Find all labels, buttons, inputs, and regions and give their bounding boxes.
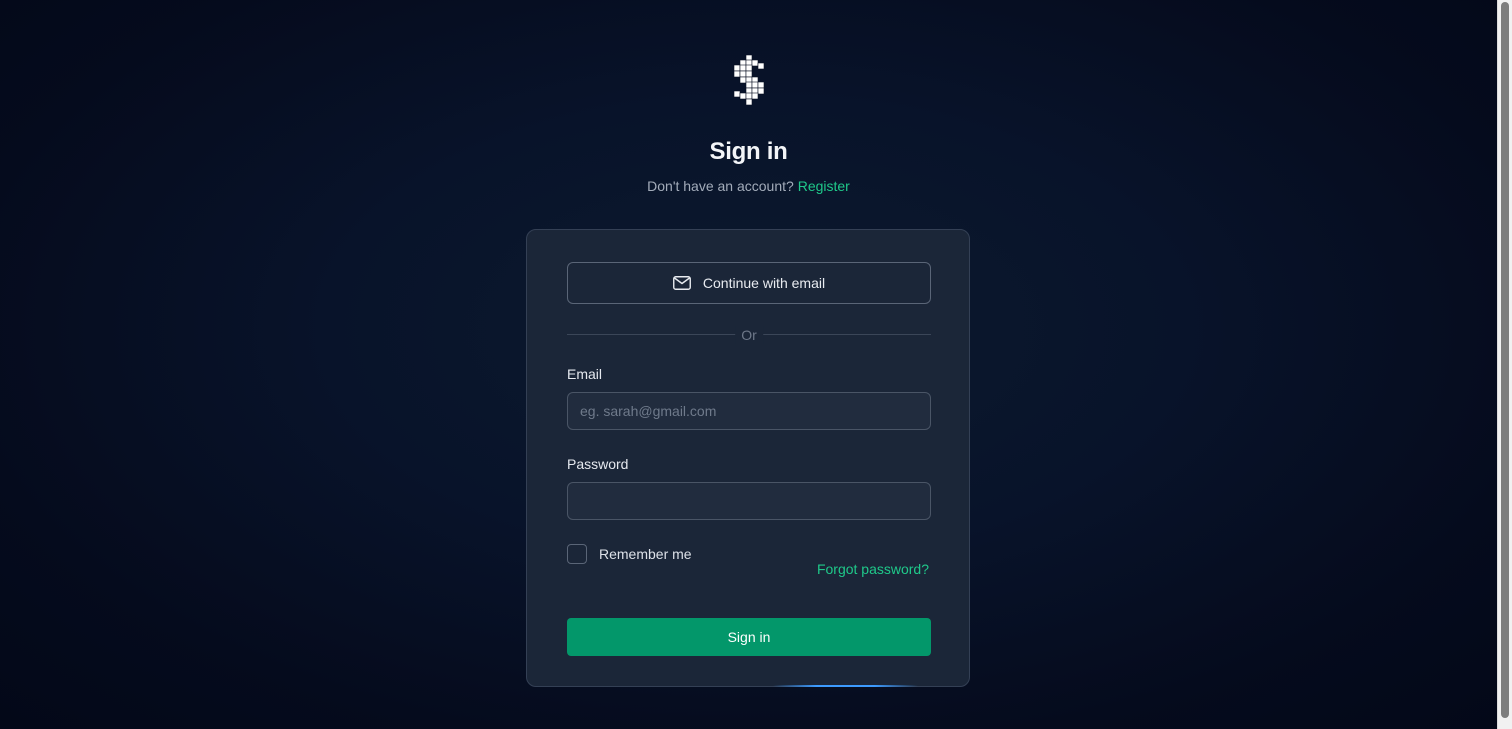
register-prompt-text: Don't have an account? xyxy=(647,178,794,194)
password-label: Password xyxy=(567,456,629,472)
page-title: Sign in xyxy=(709,138,788,165)
page-scrollbar[interactable] xyxy=(1497,0,1512,729)
remember-me-label: Remember me xyxy=(599,546,692,562)
forgot-password-link[interactable]: Forgot password? xyxy=(817,561,929,577)
divider-text: Or xyxy=(735,326,763,344)
register-prompt: Don't have an account? Register xyxy=(0,178,1497,194)
password-input[interactable] xyxy=(567,482,931,520)
sign-in-button[interactable]: Sign in xyxy=(567,618,931,656)
remember-me-option[interactable]: Remember me xyxy=(567,544,692,564)
scrollbar-thumb[interactable] xyxy=(1501,2,1509,718)
envelope-icon xyxy=(672,276,691,290)
sign-in-card: Continue with email Or Email Password Re… xyxy=(526,229,970,687)
register-link[interactable]: Register xyxy=(798,178,850,194)
remember-me-checkbox[interactable] xyxy=(567,544,587,564)
continue-with-email-label: Continue with email xyxy=(702,275,826,291)
card-glow-accent xyxy=(773,685,918,687)
email-input[interactable] xyxy=(567,392,931,430)
pixel-dollar-sign-icon xyxy=(733,55,765,105)
email-label: Email xyxy=(567,366,603,382)
or-divider: Or xyxy=(567,326,931,344)
continue-with-email-button[interactable]: Continue with email xyxy=(567,262,931,304)
